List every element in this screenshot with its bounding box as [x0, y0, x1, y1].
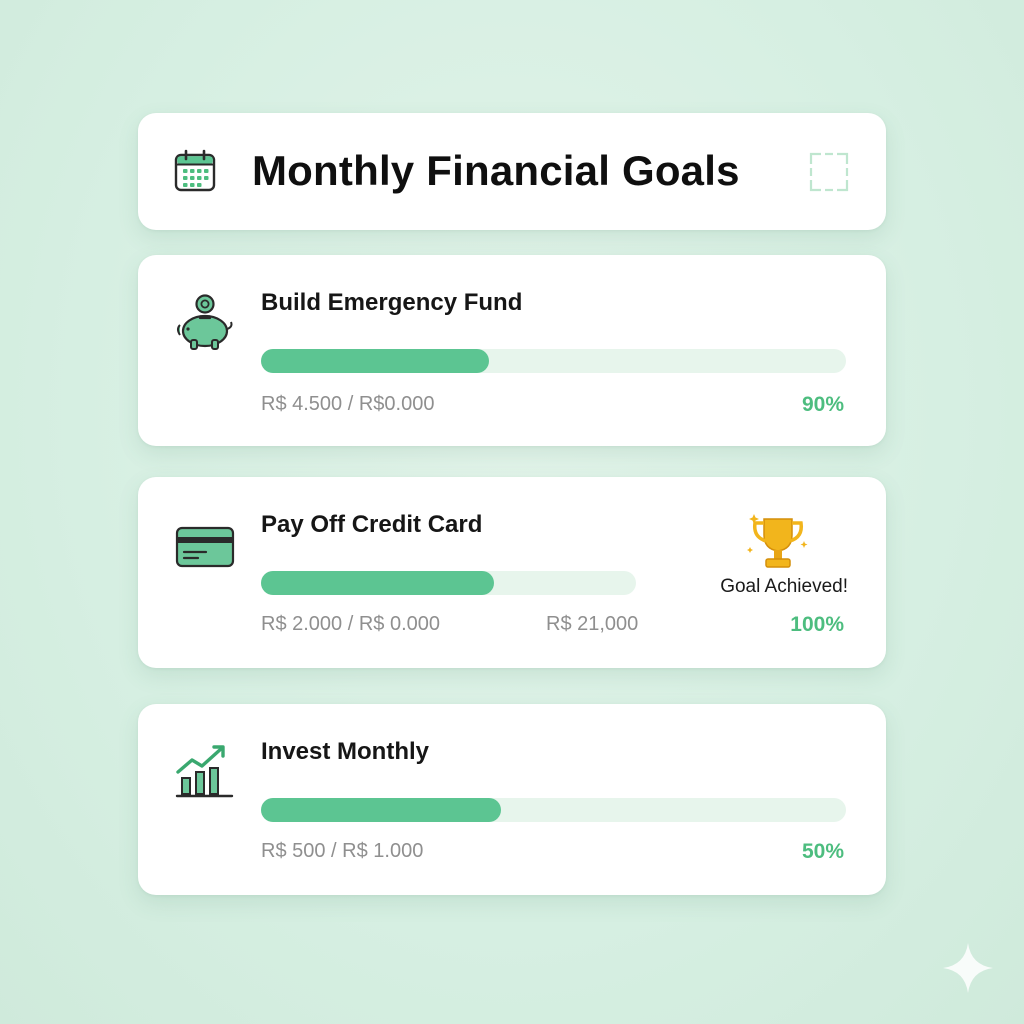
header-card: Monthly Financial Goals: [138, 113, 886, 230]
progress-bar: [261, 349, 846, 373]
trophy-icon: [747, 514, 808, 568]
sparkle-icon: [943, 943, 993, 993]
expand-icon[interactable]: [808, 151, 850, 193]
goal-percent: 90%: [801, 393, 844, 416]
growth-chart-icon: [175, 745, 234, 798]
goal-card-credit-card[interactable]: Pay Off Credit Card R$ 2.000 / R$ 0.000 …: [138, 477, 886, 668]
goal-title: Build Emergency Fund: [261, 289, 523, 316]
goal-amount: R$ 500 / R$ 1.000: [261, 840, 424, 862]
progress-fill: [261, 798, 501, 822]
credit-card-icon: [175, 526, 235, 568]
calendar-icon: [174, 149, 216, 192]
goal-card-emergency-fund[interactable]: Build Emergency Fund R$ 4.500 / R$0.000 …: [138, 255, 886, 446]
piggy-bank-icon: [177, 294, 233, 350]
goal-secondary-amount: R$ 21,000: [546, 613, 639, 635]
page-title: Monthly Financial Goals: [252, 147, 740, 194]
goal-title: Invest Monthly: [261, 738, 430, 765]
goal-amount: R$ 2.000 / R$ 0.000: [261, 613, 441, 635]
goal-title: Pay Off Credit Card: [261, 511, 483, 538]
progress-fill: [261, 349, 490, 373]
goal-card-invest-monthly[interactable]: Invest Monthly R$ 500 / R$ 1.000 50%: [138, 704, 886, 895]
progress-bar: [261, 798, 846, 822]
goal-percent: 50%: [801, 840, 844, 863]
progress-bar: [261, 571, 636, 595]
goal-amount: R$ 4.500 / R$0.000: [261, 393, 435, 415]
progress-fill: [261, 571, 494, 595]
goal-percent: 100%: [790, 613, 844, 636]
goal-achieved-label: Goal Achieved!: [720, 576, 848, 597]
